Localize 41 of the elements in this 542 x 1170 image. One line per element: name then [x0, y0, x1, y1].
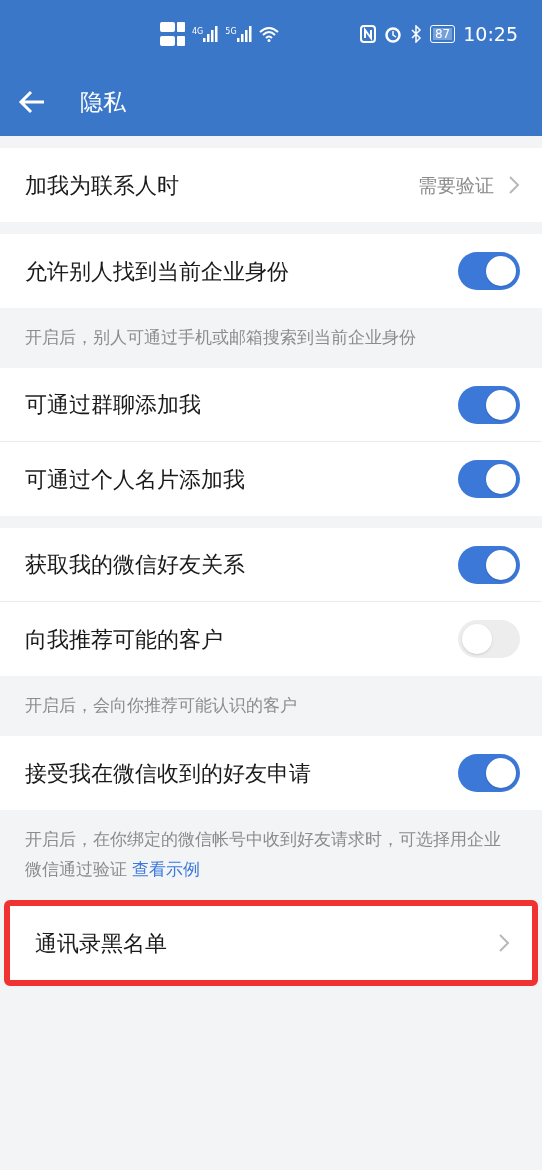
toggle-switch[interactable] [458, 620, 520, 658]
setting-label: 通讯录黑名单 [35, 929, 167, 958]
setting-label: 可通过群聊添加我 [25, 391, 201, 419]
setting-label: 加我为联系人时 [25, 171, 179, 200]
setting-label: 允许别人找到当前企业身份 [25, 257, 289, 286]
signal-icon [236, 26, 253, 42]
bluetooth-icon [409, 25, 422, 43]
setting-label: 向我推荐可能的客户 [25, 625, 223, 654]
chevron-right-icon [508, 175, 520, 195]
status-time: 10:25 [463, 21, 518, 47]
toggle-switch[interactable] [458, 252, 520, 290]
setting-label: 获取我的微信好友关系 [25, 551, 245, 579]
settings-row[interactable]: 向我推荐可能的客户 [0, 602, 542, 676]
page-title: 隐私 [80, 87, 126, 117]
note-text: 开启后，在你绑定的微信帐号中收到好友请求时，可选择用企业微信通过验证 查看示例 [24, 828, 502, 881]
network-type: 5G [225, 26, 237, 38]
settings-row[interactable]: 加我为联系人时 需要验证 [0, 148, 542, 222]
settings-row[interactable]: 通讯录黑名单 [10, 906, 532, 980]
nfc-icon [359, 25, 376, 43]
settings-row[interactable]: 允许别人找到当前企业身份 [0, 234, 542, 308]
setting-value: 需要验证 [418, 172, 494, 198]
settings-row[interactable]: 获取我的微信好友关系 [0, 528, 542, 602]
toggle-switch[interactable] [458, 460, 520, 498]
wifi-icon [258, 26, 279, 42]
toggle-switch[interactable] [458, 385, 520, 424]
settings-row[interactable]: 可通过个人名片添加我 [0, 442, 542, 516]
view-example-link[interactable]: 查看示例 [132, 859, 201, 879]
setting-label: 可通过个人名片添加我 [25, 465, 245, 494]
setting-label: 接受我在微信收到的好友申请 [25, 759, 311, 788]
chevron-right-icon [498, 933, 510, 953]
network-type: 4G [192, 26, 204, 38]
toggle-switch[interactable] [458, 545, 520, 584]
back-arrow-icon[interactable] [18, 90, 46, 114]
battery-indicator: 87 [429, 25, 456, 43]
signal-icon [203, 26, 220, 42]
settings-row[interactable]: 可通过群聊添加我 [0, 368, 542, 442]
note-text: 开启后，会向你推荐可能认识的客户 [24, 694, 298, 717]
note-text: 开启后，别人可通过手机或邮箱搜索到当前企业身份 [24, 326, 417, 349]
settings-row[interactable]: 接受我在微信收到的好友申请 [0, 736, 542, 810]
alarm-icon [383, 25, 402, 43]
toggle-switch[interactable] [458, 754, 520, 792]
